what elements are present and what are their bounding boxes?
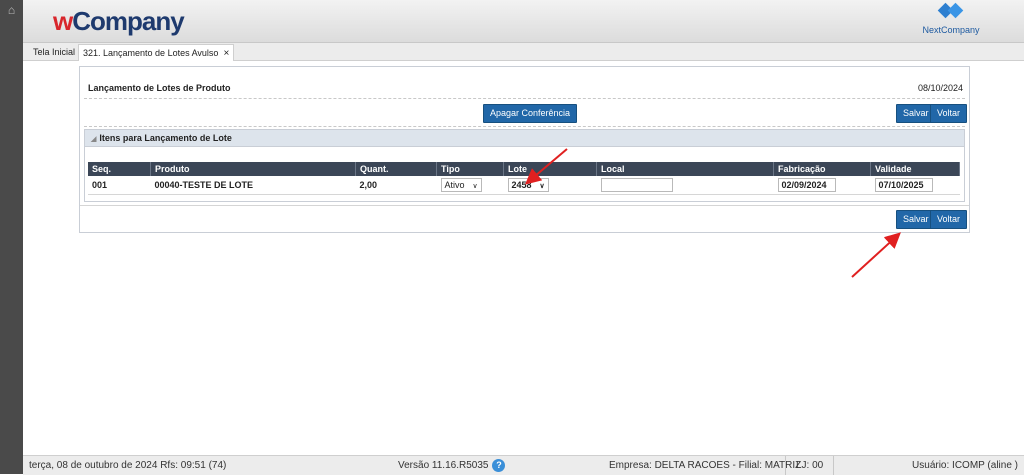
home-icon[interactable]: ⌂ (5, 4, 18, 16)
cell-tipo: Ativo ∨ (436, 176, 504, 195)
close-icon[interactable]: × (223, 48, 229, 59)
fabricacao-input[interactable]: 02/09/2024 (777, 178, 836, 192)
tab-label: 321. Lançamento de Lotes Avulso (83, 48, 219, 58)
page-title: Lançamento de Lotes de Produto (88, 83, 231, 93)
col-quant[interactable]: Quant. (355, 162, 437, 176)
divider (84, 98, 965, 99)
cell-seq: 001 (88, 176, 151, 195)
validade-input[interactable]: 07/10/2025 (874, 178, 933, 192)
cell-local (596, 176, 774, 195)
apagar-conferencia-button[interactable]: Apagar Conferência (483, 104, 578, 123)
main-panel: Lançamento de Lotes de Produto 08/10/202… (79, 66, 970, 233)
nextcompany-logo: NextCompany (922, 2, 980, 35)
itens-section: ◢ Itens para Lançamento de Lote Seq. Prod… (84, 129, 965, 202)
lote-select[interactable]: 2458 ∨ (507, 178, 549, 192)
cell-lote: 2458 ∨ (503, 176, 597, 195)
col-produto[interactable]: Produto (150, 162, 356, 176)
col-local[interactable]: Local (596, 162, 774, 176)
divider (84, 126, 965, 127)
local-input[interactable] (600, 178, 673, 192)
left-rail: ⌂ (0, 0, 23, 474)
cell-produto: 00040-TESTE DE LOTE (150, 176, 356, 195)
cell-fabricacao: 02/09/2024 (773, 176, 871, 195)
divider (80, 205, 969, 206)
arrow-to-salvar (851, 232, 901, 278)
wcompany-logo: wCompany (53, 6, 185, 36)
help-icon[interactable]: ? (492, 458, 506, 472)
chevron-down-icon: ∨ (472, 183, 478, 190)
table-row[interactable]: 001 00040-TESTE DE LOTE 2,00 Ativo ∨ 2458… (88, 176, 960, 195)
col-seq[interactable]: Seq. (88, 162, 151, 176)
status-empresa: Empresa: DELTA RACOES - Filial: MATRIZ (609, 460, 802, 471)
col-validade[interactable]: Validade (870, 162, 960, 176)
page-date: 08/10/2024 (917, 83, 963, 93)
tab-tela-inicial[interactable]: Tela Inicial (29, 44, 79, 60)
col-tipo[interactable]: Tipo (436, 162, 504, 176)
cell-quant: 2,00 (355, 176, 437, 195)
tipo-select[interactable]: Ativo ∨ (440, 178, 482, 192)
status-version: Versão 11.16.R5035? (398, 456, 506, 475)
voltar-button-top[interactable]: Voltar (930, 104, 968, 123)
status-date: terça, 08 de outubro de 2024 Rfs: 09:51 … (29, 460, 227, 471)
cell-validade: 07/10/2025 (870, 176, 960, 195)
status-lj: LJ: 00 (785, 456, 835, 475)
status-bar: terça, 08 de outubro de 2024 Rfs: 09:51 … (23, 455, 1024, 475)
tab-bar: Tela Inicial 321. Lançamento de Lotes Av… (23, 43, 1024, 61)
section-header[interactable]: ◢ Itens para Lançamento de Lote (85, 130, 964, 147)
nextcompany-mark-icon (922, 2, 980, 23)
app-header: wCompany NextCompany (23, 0, 1024, 43)
voltar-button-bottom[interactable]: Voltar (930, 210, 968, 229)
tab-lancamento-lotes[interactable]: 321. Lançamento de Lotes Avulso × (78, 44, 235, 61)
col-fabricacao[interactable]: Fabricação (773, 162, 871, 176)
lotes-table: Seq. Produto Quant. Tipo Lote Local Fabr… (88, 162, 960, 195)
status-usuario: Usuário: ICOMP (aline ) (912, 460, 1018, 471)
col-lote[interactable]: Lote (503, 162, 597, 176)
collapse-triangle-icon[interactable]: ◢ (91, 136, 96, 143)
chevron-down-icon: ∨ (539, 183, 545, 190)
